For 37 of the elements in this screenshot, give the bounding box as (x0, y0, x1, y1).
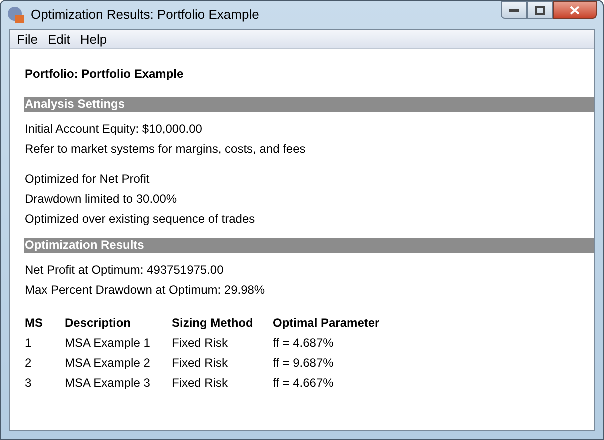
info-line: Drawdown limited to 30.00% (25, 191, 178, 208)
table-cell-text: MSA Example 1 (65, 335, 152, 352)
info-line: Net Profit at Optimum: 493751975.00 (25, 262, 225, 279)
minimize-button[interactable] (501, 1, 527, 19)
maximize-button[interactable] (527, 1, 553, 19)
table-cell-text: 2 (25, 355, 33, 372)
info-line: Refer to market systems for margins, costs, and fees (25, 141, 307, 158)
info-line: Max Percent Drawdown at Optimum: 29.98% (25, 282, 266, 299)
info-line: Optimized over existing sequence of trades (25, 211, 256, 228)
menu-item[interactable]: Help (75, 30, 112, 48)
maximize-icon (535, 6, 545, 14)
table-cell-text: Fixed Risk (172, 375, 230, 392)
table-cell-text: 3 (25, 375, 33, 392)
info-line: Initial Account Equity: $10,000.00 (25, 121, 204, 138)
menu-item[interactable]: Edit (42, 30, 76, 48)
section-header: Analysis Settings (24, 97, 594, 112)
table-cell-text: Fixed Risk (172, 355, 230, 372)
table-cell-text: Fixed Risk (172, 335, 230, 352)
menu-item[interactable]: File (12, 30, 43, 48)
column-header: Sizing Method (172, 315, 254, 332)
column-header: Optimal Parameter (273, 315, 381, 332)
table-cell-text: ff = 4.687% (273, 335, 335, 352)
window-title: Optimization Results: Portfolio Example (31, 6, 260, 24)
table-cell-text: ff = 9.687% (273, 355, 335, 372)
close-icon (570, 6, 580, 14)
portfolio-heading: Portfolio: Portfolio Example (24, 66, 185, 83)
column-header: Description (65, 315, 132, 332)
section-header: Optimization Results (24, 238, 594, 253)
table-cell-text: MSA Example 3 (65, 375, 152, 392)
column-header: MS (25, 315, 44, 332)
close-button[interactable] (553, 1, 597, 19)
minimize-icon (509, 8, 519, 12)
app-logo-icon (7, 6, 25, 24)
info-line: Optimized for Net Profit (25, 171, 151, 188)
table-cell-text: MSA Example 2 (65, 355, 152, 372)
table-cell-text: 1 (25, 335, 33, 352)
table-cell-text: ff = 4.667% (273, 375, 335, 392)
